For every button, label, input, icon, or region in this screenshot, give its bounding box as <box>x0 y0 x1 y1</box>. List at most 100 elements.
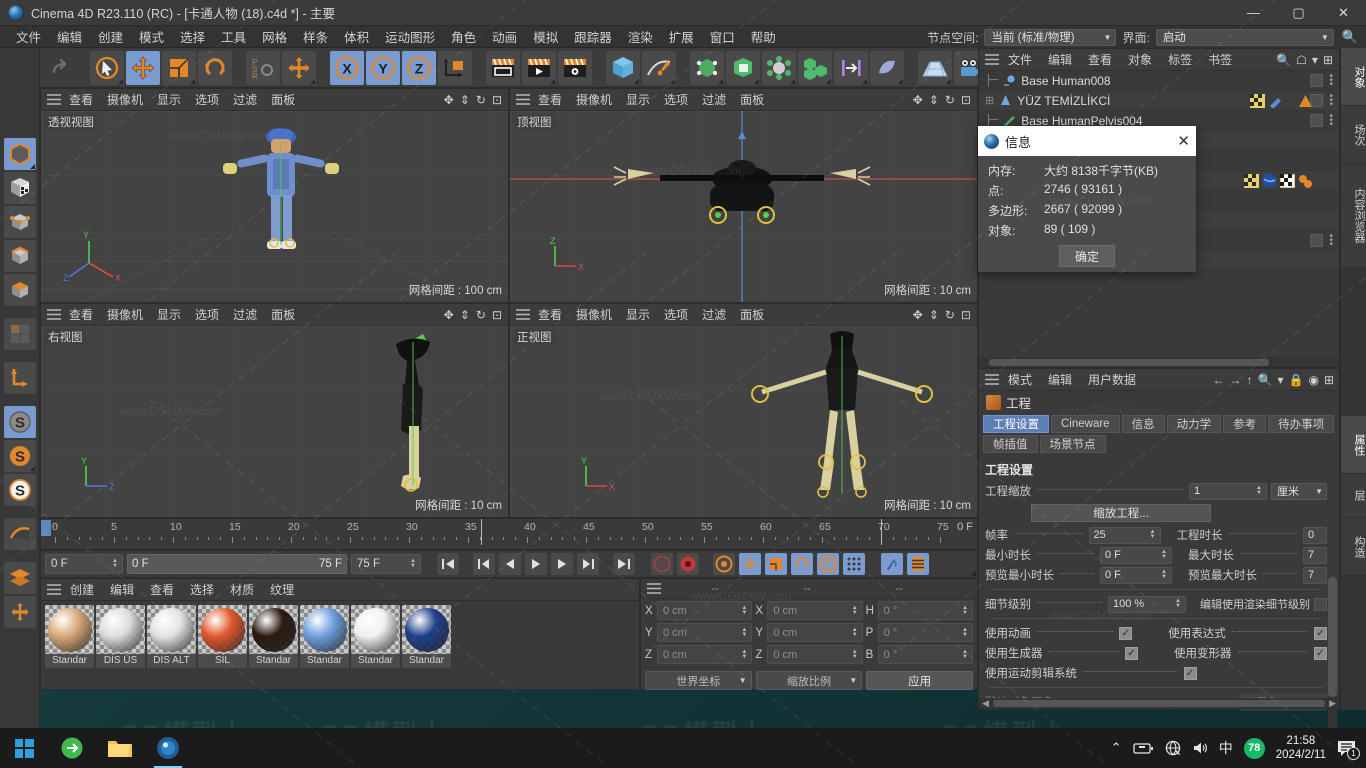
field-input-2[interactable]: 7 <box>1303 546 1327 564</box>
attribute-tab-参考[interactable]: 参考 <box>1223 415 1267 433</box>
mograph-effector-button[interactable] <box>834 50 868 85</box>
menu-item-14[interactable]: 渲染 <box>620 25 661 48</box>
home-icon[interactable]: ☖ <box>1296 53 1307 67</box>
material-item[interactable]: SİL <box>198 605 247 668</box>
model-mode-button[interactable] <box>3 138 36 170</box>
dolly-icon[interactable]: ⇕ <box>929 93 939 107</box>
current-frame-input[interactable]: 0 F ▲ ▼ <box>45 554 123 574</box>
vtab-objects[interactable]: 对象 <box>1341 48 1366 106</box>
timeline-range-bar[interactable]: 0 F 75 F <box>127 554 347 574</box>
vp-menu-options[interactable]: 选项 <box>189 305 225 324</box>
field-input[interactable]: 0 F ▲ ▼ <box>1100 546 1172 564</box>
boole-button[interactable] <box>726 50 760 85</box>
rotate-view-icon[interactable]: ↻ <box>476 308 486 322</box>
key-position-button[interactable] <box>739 553 761 575</box>
mm-menu-texture[interactable]: 纹理 <box>263 580 301 599</box>
material-preview[interactable] <box>351 605 400 654</box>
sound-toggle-button[interactable] <box>881 553 903 575</box>
floor-environment-button[interactable] <box>918 50 952 85</box>
coord-input-rot-H[interactable]: 0 ° ▲ ▼ <box>877 601 973 620</box>
point-mode-button[interactable] <box>3 206 36 238</box>
dolly-icon[interactable]: ⇕ <box>460 93 470 107</box>
dolly-icon[interactable]: ⇕ <box>929 308 939 322</box>
material-item[interactable]: Standar <box>351 605 400 668</box>
material-item[interactable]: DİS ÜS <box>96 605 145 668</box>
up-icon[interactable]: ↑ <box>1247 373 1253 387</box>
render-settings-button[interactable] <box>558 50 592 85</box>
coordinate-system-select[interactable]: 世界坐标 ▼ <box>645 671 752 690</box>
scroll-left-icon[interactable]: ◀ <box>982 698 989 709</box>
vtab-structure[interactable]: 构造 <box>1341 518 1366 576</box>
field-input-2[interactable]: 0 <box>1303 526 1327 544</box>
key-parameter-button[interactable]: P <box>817 553 839 575</box>
move-tool-button[interactable] <box>126 50 160 85</box>
material-preview[interactable] <box>198 605 247 654</box>
vtab-attributes[interactable]: 属性 <box>1341 416 1366 474</box>
material-tag[interactable] <box>1298 94 1313 108</box>
viewport-top-canvas[interactable]: Z X 顶视图 网格间距 : 10 cm <box>510 111 977 302</box>
menu-item-11[interactable]: 动画 <box>484 25 525 48</box>
vp-menu-display[interactable]: 显示 <box>151 305 187 324</box>
vp-menu-camera[interactable]: 摄像机 <box>101 305 149 324</box>
pin-icon[interactable]: ◉ <box>1308 373 1318 387</box>
menu-item-15[interactable]: 扩展 <box>661 25 702 48</box>
vp-menu-filter[interactable]: 过滤 <box>227 305 263 324</box>
coord-input-size-Y[interactable]: 0 cm ▲ ▼ <box>767 623 863 642</box>
visibility-chip[interactable] <box>1310 114 1324 127</box>
record-button[interactable] <box>677 553 699 575</box>
attribute-hscrollbar[interactable]: ◀ ▶ <box>979 698 1339 709</box>
minimize-button[interactable]: — <box>1231 0 1276 26</box>
scroll-right-icon[interactable]: ▶ <box>1329 698 1336 709</box>
array-button[interactable] <box>762 50 796 85</box>
object-row[interactable] <box>979 271 1339 291</box>
vp-menu-panel[interactable]: 面板 <box>265 90 301 109</box>
vp-menu-display[interactable]: 显示 <box>151 90 187 109</box>
vp-menu-display[interactable]: 显示 <box>620 90 656 109</box>
rotate-view-icon[interactable]: ↻ <box>476 93 486 107</box>
add-layer-icon[interactable]: ⊞ <box>1323 53 1333 67</box>
viewport-front[interactable]: 查看 摄像机 显示 选项 过滤 面板 ✥ ⇕ ↻ ⊡ Y X 正视图 网格间距 … <box>509 303 978 518</box>
rotate-tool-button[interactable] <box>198 50 232 85</box>
rotate-view-icon[interactable]: ↻ <box>945 308 955 322</box>
axis-x-button[interactable]: X <box>330 50 364 85</box>
filter-icon[interactable]: ▾ <box>1277 373 1283 387</box>
maximize-view-icon[interactable]: ⊡ <box>492 308 502 322</box>
lod-input[interactable]: 100 % ▲ ▼ <box>1108 595 1186 613</box>
key-rotation-button[interactable] <box>791 553 813 575</box>
attribute-tab-工程设置[interactable]: 工程设置 <box>983 415 1049 433</box>
viewport-perspective[interactable]: 查看 摄像机 显示 选项 过滤 面板 ✥ ⇕ ↻ ⊡ Y X Z 透视视图 网格… <box>40 88 509 303</box>
menu-item-9[interactable]: 运动图形 <box>377 25 443 48</box>
vp-menu-filter[interactable]: 过滤 <box>227 90 263 109</box>
om-menu-tag[interactable]: 标签 <box>1161 50 1199 69</box>
menu-item-1[interactable]: 编辑 <box>49 25 90 48</box>
pan-icon[interactable]: ✥ <box>444 308 454 322</box>
visibility-dots[interactable]: • • • <box>1329 111 1333 129</box>
point-level-animation-button[interactable] <box>843 553 865 575</box>
move-axis-button[interactable] <box>282 50 316 85</box>
world-object-axis-button[interactable] <box>438 50 472 85</box>
om-menu-object[interactable]: 对象 <box>1121 50 1159 69</box>
vp-menu-panel[interactable]: 面板 <box>734 305 770 324</box>
mm-menu-select[interactable]: 选择 <box>183 580 221 599</box>
attribute-tab-待办事项[interactable]: 待办事项 <box>1268 415 1335 433</box>
menu-item-3[interactable]: 模式 <box>131 25 172 48</box>
step-back-button[interactable] <box>499 553 521 575</box>
coord-input-size-X[interactable]: 0 cm ▲ ▼ <box>767 601 863 620</box>
material-preview[interactable] <box>96 605 145 654</box>
apply-button[interactable]: 应用 <box>866 671 974 690</box>
menu-item-16[interactable]: 窗口 <box>702 25 743 48</box>
om-menu-bookmark[interactable]: 书签 <box>1201 50 1239 69</box>
menu-item-6[interactable]: 网格 <box>254 25 295 48</box>
menu-item-0[interactable]: 文件 <box>8 25 49 48</box>
menu-item-17[interactable]: 帮助 <box>743 25 784 48</box>
vp-menu-camera[interactable]: 摄像机 <box>570 305 618 324</box>
taskbar-app-explorer[interactable] <box>96 728 144 768</box>
search-icon[interactable]: 🔍 <box>1258 373 1273 387</box>
material-tag[interactable] <box>1280 173 1295 188</box>
maximize-button[interactable]: ▢ <box>1276 0 1321 26</box>
cloner-button[interactable] <box>798 50 832 85</box>
vp-menu-filter[interactable]: 过滤 <box>696 305 732 324</box>
checkbox[interactable]: ✓ <box>1183 666 1197 680</box>
mm-menu-edit[interactable]: 编辑 <box>103 580 141 599</box>
redo-button[interactable] <box>42 51 76 85</box>
